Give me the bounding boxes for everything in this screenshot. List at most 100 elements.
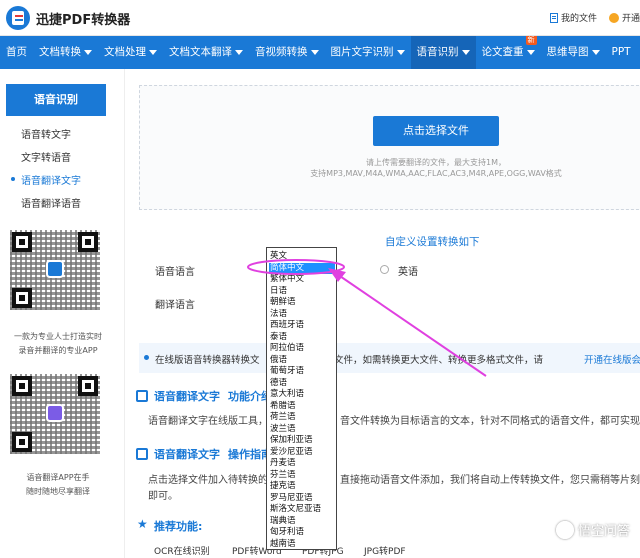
source-language-label: 语音语言	[155, 267, 195, 278]
dropdown-option[interactable]: 捷克语	[269, 481, 335, 492]
qr2-caption-line2: 随时随地尽享翻译	[26, 487, 90, 496]
new-badge: 新	[525, 36, 537, 45]
feature-icon	[136, 390, 148, 402]
logo-text: 迅捷PDF转换器	[36, 12, 131, 28]
nav-item-plagiarism-check[interactable]: 论文查重新	[476, 36, 541, 69]
sidebar-item-speech-to-text[interactable]: 语音转文字	[21, 126, 71, 141]
guide-text-end: 即可。	[148, 491, 178, 502]
qr2-caption-line1: 语音翻译APP在手	[26, 473, 90, 482]
qr1-caption: 一款为专业人士打造实时 录音并翻译的专业APP	[6, 330, 110, 358]
dropdown-option[interactable]: 法语	[269, 309, 335, 320]
dropdown-option[interactable]: 斯洛文尼亚语	[269, 504, 335, 515]
nav-label: PPT	[611, 46, 631, 58]
chevron-down-icon	[591, 49, 600, 55]
my-files-label: 我的文件	[560, 14, 597, 24]
sidebar: 语音识别 语音转文字 文字转语音 语音翻译文字 语音翻译语音 一款为专业人士打造…	[0, 69, 116, 558]
dropdown-option[interactable]: 保加利亚语	[269, 435, 335, 446]
nav-item-doc-process[interactable]: 文档处理	[98, 36, 163, 69]
qr-code-translate-app	[10, 374, 100, 454]
dropdown-option[interactable]: 匈牙利语	[269, 527, 335, 538]
nav-label: 音视频转换	[255, 46, 308, 58]
recommend-title: 推荐功能:	[154, 520, 203, 533]
chevron-down-icon	[84, 49, 92, 55]
my-files-link[interactable]: 我的文件	[549, 11, 597, 24]
chevron-down-icon	[461, 49, 470, 55]
tool-link-jpg-to-pdf[interactable]: JPG转PDF	[364, 544, 406, 557]
watermark-icon	[555, 520, 574, 539]
sidebar-item-speech-translate-text[interactable]: 语音翻译文字	[21, 172, 81, 187]
guide-icon	[136, 448, 148, 460]
dropdown-option[interactable]: 阿拉伯语	[269, 343, 335, 354]
nav-item-speech-recognition[interactable]: 语音识别	[410, 36, 476, 69]
chevron-down-icon	[235, 49, 243, 55]
guide-title-left: 语音翻译文字	[154, 448, 220, 461]
logo-icon	[6, 6, 30, 30]
info-dot-icon	[144, 355, 149, 360]
dropdown-option[interactable]: 越南语	[269, 539, 335, 550]
language-dropdown[interactable]: 英文 简体中文 繁体中文 日语 朝鲜语 法语 西班牙语 泰语 阿拉伯语 俄语 葡萄牙语 德语 意大利语希…	[266, 247, 337, 550]
dropdown-option[interactable]: 丹麦语	[269, 458, 335, 469]
chevron-down-icon	[526, 49, 535, 55]
notice-bar: 在线版语音转换器转换文 文件，如需转换更大文件、转换更多格式文件，请 开通在线版…	[139, 343, 640, 373]
dropdown-option[interactable]: 爱沙尼亚语	[269, 447, 335, 458]
dropdown-option[interactable]: 西班牙语	[269, 320, 335, 331]
nav-label: 文档文本翻译	[169, 46, 232, 58]
dropdown-option[interactable]: 俄语	[269, 355, 335, 366]
divider	[124, 69, 125, 558]
dropdown-option[interactable]: 简体中文	[269, 262, 335, 274]
nav-label: 论文查重	[481, 46, 524, 58]
qr2-caption: 语音翻译APP在手 随时随地尽享翻译	[6, 471, 110, 499]
watermark-text: 悟空问答	[577, 524, 630, 539]
translate-app-icon	[46, 404, 64, 422]
upload-tip-size: 请上传需要翻译的文件，最大支持1M，	[366, 158, 506, 167]
vip-link[interactable]: 开通	[608, 11, 640, 24]
qr1-caption-line2: 录音并翻译的专业APP	[18, 346, 98, 355]
dropdown-option[interactable]: 英文	[269, 251, 335, 262]
dropdown-option[interactable]: 荷兰语	[269, 412, 335, 423]
select-file-button[interactable]: 点击选择文件	[373, 116, 499, 146]
nav-item-av-convert[interactable]: 音视频转换	[249, 36, 325, 69]
dropdown-option[interactable]: 葡萄牙语	[269, 366, 335, 377]
vip-upgrade-link[interactable]: 开通在线版会员。	[584, 352, 640, 366]
dropdown-option[interactable]: 德语	[269, 378, 335, 389]
dropdown-option[interactable]: 意大利语	[269, 389, 335, 400]
qr-code-app	[10, 230, 100, 310]
dropdown-option[interactable]: 日语	[269, 286, 335, 297]
nav-item-doc-convert[interactable]: 文档转换	[33, 36, 98, 69]
chevron-down-icon	[396, 49, 405, 55]
watermark: 悟空问答	[555, 520, 630, 539]
top-links: 我的文件 开通	[538, 11, 640, 24]
nav-label: 文档处理	[104, 46, 146, 58]
feature-text-right: 音文件转换为目标语言的文本，针对不同格式的语音文件，都可实现一	[340, 416, 640, 427]
dropdown-option[interactable]: 希腊语	[269, 401, 335, 412]
dropdown-option[interactable]: 繁体中文	[269, 274, 335, 285]
nav-item-doc-translate[interactable]: 文档文本翻译	[163, 36, 249, 69]
qr1-caption-line1: 一款为专业人士打造实时	[14, 332, 102, 341]
upload-area[interactable]: 点击选择文件 请上传需要翻译的文件，最大支持1M， 支持MP3,MAV,M4A,…	[139, 85, 640, 210]
sidebar-item-speech-translate-speech[interactable]: 语音翻译语音	[21, 195, 81, 210]
nav-label: 思维导图	[546, 46, 589, 58]
logo[interactable]: 迅捷PDF转换器	[6, 6, 130, 30]
upload-tip-formats: 支持MP3,MAV,M4A,WMA,AAC,FLAC,AC3,M4R,APE,O…	[310, 169, 562, 178]
dropdown-option[interactable]: 芬兰语	[269, 470, 335, 481]
tool-link-ocr[interactable]: OCR在线识别	[154, 544, 210, 557]
active-dot-icon	[11, 177, 15, 181]
guide-text-left: 点击选择文件加入待转换的	[148, 475, 268, 486]
nav-label: 语音识别	[416, 46, 459, 58]
nav-item-ppt[interactable]: PPT	[606, 36, 637, 69]
dropdown-option[interactable]: 瑞典语	[269, 516, 335, 527]
nav-item-image-ocr[interactable]: 图片文字识别	[325, 36, 411, 69]
vip-icon	[608, 12, 619, 23]
app-logo-icon	[46, 260, 64, 278]
dropdown-option[interactable]: 罗马尼亚语	[269, 493, 335, 504]
nav-item-mind-map[interactable]: 思维导图	[541, 36, 606, 69]
feature-text-left: 语音翻译文字在线版工具，	[148, 416, 268, 427]
target-language-label: 翻译语言	[155, 300, 195, 311]
dropdown-option[interactable]: 波兰语	[269, 424, 335, 435]
english-radio[interactable]	[380, 265, 389, 274]
dropdown-option[interactable]: 朝鲜语	[269, 297, 335, 308]
sidebar-item-text-to-speech[interactable]: 文字转语音	[21, 149, 71, 164]
dropdown-option[interactable]: 泰语	[269, 332, 335, 343]
nav-item-home[interactable]: 首页	[0, 36, 33, 69]
notice-text-mid: 文件，如需转换更大文件、转换更多格式文件，请	[334, 355, 544, 366]
